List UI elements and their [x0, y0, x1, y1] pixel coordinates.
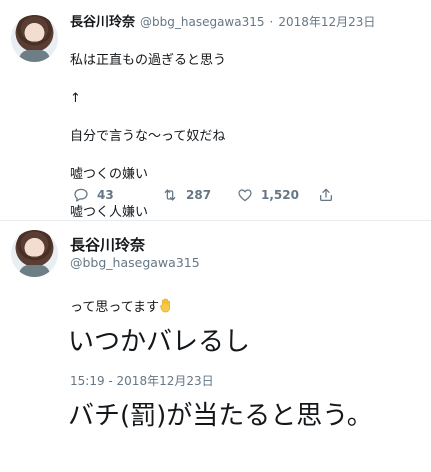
avatar-shirt: [19, 50, 50, 62]
tweet-divider: [0, 220, 431, 221]
tweet-line: バチ(罰)が当たると思う。: [68, 401, 373, 431]
reply-icon: [74, 188, 88, 202]
tweet-line: いつかバレるし: [68, 327, 251, 357]
avatar-shirt: [19, 265, 50, 277]
header-separator: ·: [269, 15, 274, 29]
author-name[interactable]: 長谷川玲奈: [70, 234, 145, 255]
avatar[interactable]: [11, 15, 58, 62]
retweet-icon: [164, 189, 176, 201]
share-icon: [320, 188, 332, 201]
tweet-line: 自分で言うな〜って奴だね: [70, 129, 226, 144]
share-button[interactable]: [318, 187, 342, 203]
author-handle[interactable]: @bbg_hasegawa315: [70, 255, 200, 270]
author-name[interactable]: 長谷川玲奈: [70, 11, 135, 30]
tweet-line: ↑: [70, 91, 81, 106]
reply-button[interactable]: 43: [73, 187, 114, 203]
author-handle[interactable]: @bbg_hasegawa315: [140, 15, 265, 29]
reply-count: 43: [97, 188, 114, 202]
like-button[interactable]: 1,520: [237, 187, 299, 203]
tweet-date[interactable]: 2018年12月23日: [278, 13, 375, 30]
heart-icon: [238, 189, 252, 202]
tweet-line: 嘘つくの嫌い: [70, 167, 149, 182]
retweet-count: 287: [186, 188, 212, 202]
tweet-line: 私は正直もの過ぎると思う: [70, 53, 227, 68]
tweet-timestamp[interactable]: 15:19 - 2018年12月23日: [70, 372, 214, 389]
retweet-button[interactable]: 287: [162, 187, 211, 203]
like-count: 1,520: [261, 188, 299, 202]
tweet-header: 長谷川玲奈 @bbg_hasegawa315 · 2018年12月23日: [70, 11, 375, 30]
avatar[interactable]: [11, 230, 58, 277]
